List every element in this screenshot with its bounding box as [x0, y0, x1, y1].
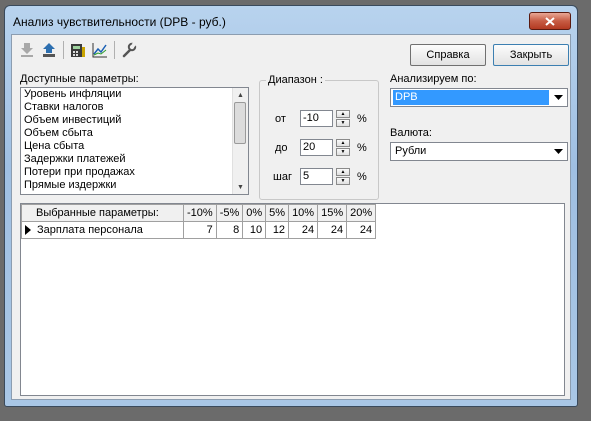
- range-group-title: Диапазон :: [266, 74, 325, 86]
- list-item[interactable]: Прямые издержки: [21, 179, 248, 192]
- download-icon: [21, 43, 33, 57]
- analyze-by-value: DPB: [393, 90, 549, 105]
- column-header[interactable]: -10%: [183, 204, 217, 222]
- help-button[interactable]: Справка: [410, 44, 486, 66]
- column-header[interactable]: 15%: [317, 204, 348, 222]
- title-bar[interactable]: Анализ чувствительности (DPB - руб.): [5, 6, 577, 34]
- table-cell[interactable]: 24: [317, 221, 348, 239]
- list-item[interactable]: Цена сбыта: [21, 140, 248, 153]
- row-name: Зарплата персонала: [37, 224, 143, 236]
- range-step-label: шаг: [273, 171, 292, 183]
- list-item[interactable]: Задержки платежей: [21, 153, 248, 166]
- upload-icon: [43, 43, 55, 57]
- table-cell[interactable]: 12: [265, 221, 290, 239]
- column-header[interactable]: 10%: [288, 204, 319, 222]
- column-header[interactable]: -5%: [215, 204, 244, 222]
- analyze-by-label: Анализируем по:: [390, 73, 477, 85]
- spin-down-icon[interactable]: ▼: [336, 148, 350, 156]
- calculator-button[interactable]: [67, 39, 89, 61]
- column-header: Выбранные параметры:: [21, 204, 184, 222]
- range-from-spinner[interactable]: ▲ ▼: [336, 110, 350, 127]
- spin-up-icon[interactable]: ▲: [336, 139, 350, 147]
- settings-button[interactable]: [118, 39, 140, 61]
- range-step-input[interactable]: 5: [300, 168, 333, 185]
- available-params-list[interactable]: Уровень инфляции Ставки налогов Объем ин…: [20, 87, 249, 195]
- close-button[interactable]: Закрыть: [493, 44, 569, 66]
- chevron-down-icon[interactable]: [551, 90, 566, 105]
- close-icon: [545, 16, 555, 26]
- upload-button[interactable]: [38, 39, 60, 61]
- dialog-window: Анализ чувствительности (DPB - руб.) Спр…: [4, 5, 578, 407]
- scroll-up-icon[interactable]: ▲: [233, 88, 248, 102]
- toolbar-separator: [114, 41, 115, 59]
- download-button[interactable]: [16, 39, 38, 61]
- toolbar-separator: [63, 41, 64, 59]
- percent-label: %: [357, 171, 367, 183]
- range-from-input[interactable]: -10: [300, 110, 333, 127]
- wrench-icon: [122, 42, 137, 58]
- list-item[interactable]: Уровень инфляции: [21, 88, 248, 101]
- column-header[interactable]: 0%: [242, 204, 267, 222]
- list-item[interactable]: Потери при продажах: [21, 166, 248, 179]
- analyze-by-select[interactable]: DPB: [390, 88, 568, 107]
- table-cell[interactable]: 24: [288, 221, 319, 239]
- range-group: Диапазон : от -10 ▲ ▼ % до 20 ▲ ▼ % шаг …: [259, 74, 379, 200]
- sensitivity-table: Выбранные параметры: -10% -5% 0% 5% 10% …: [21, 204, 377, 239]
- available-params-label: Доступные параметры:: [20, 73, 139, 85]
- window-close-button[interactable]: [529, 12, 571, 30]
- list-scrollbar[interactable]: ▲ ▼: [232, 88, 248, 194]
- list-item[interactable]: Объем сбыта: [21, 127, 248, 140]
- range-to-spinner[interactable]: ▲ ▼: [336, 139, 350, 156]
- chart-button[interactable]: [89, 39, 111, 61]
- table-cell[interactable]: 24: [346, 221, 377, 239]
- scroll-thumb[interactable]: [234, 102, 246, 144]
- currency-select[interactable]: Рубли: [390, 142, 568, 161]
- chart-icon: [92, 43, 107, 58]
- list-item[interactable]: Объем инвестиций: [21, 114, 248, 127]
- spin-down-icon[interactable]: ▼: [336, 119, 350, 127]
- row-name-cell[interactable]: Зарплата персонала: [21, 221, 184, 239]
- row-pointer-icon: [25, 225, 31, 236]
- range-step-spinner[interactable]: ▲ ▼: [336, 168, 350, 185]
- table-header-row: Выбранные параметры: -10% -5% 0% 5% 10% …: [21, 204, 377, 222]
- sensitivity-grid[interactable]: Выбранные параметры: -10% -5% 0% 5% 10% …: [20, 203, 565, 396]
- spin-up-icon[interactable]: ▲: [336, 168, 350, 176]
- toolbar: [16, 39, 140, 61]
- column-header[interactable]: 20%: [346, 204, 377, 222]
- spin-down-icon[interactable]: ▼: [336, 177, 350, 185]
- table-cell[interactable]: 7: [183, 221, 217, 239]
- dialog-client-area: Справка Закрыть Доступные параметры: Уро…: [11, 34, 571, 400]
- calculator-icon: [71, 44, 85, 57]
- table-row[interactable]: Зарплата персонала 7 8 10 12 24 24 24: [21, 221, 377, 239]
- currency-label: Валюта:: [390, 127, 432, 139]
- table-cell[interactable]: 10: [242, 221, 267, 239]
- currency-value: Рубли: [395, 145, 427, 157]
- percent-label: %: [357, 113, 367, 125]
- range-to-input[interactable]: 20: [300, 139, 333, 156]
- list-item[interactable]: Ставки налогов: [21, 101, 248, 114]
- chevron-down-icon[interactable]: [551, 144, 566, 159]
- column-header[interactable]: 5%: [265, 204, 290, 222]
- table-cell[interactable]: 8: [215, 221, 244, 239]
- percent-label: %: [357, 142, 367, 154]
- scroll-down-icon[interactable]: ▼: [233, 180, 248, 194]
- range-from-label: от: [275, 113, 286, 125]
- window-title: Анализ чувствительности (DPB - руб.): [13, 15, 226, 29]
- spin-up-icon[interactable]: ▲: [336, 110, 350, 118]
- range-to-label: до: [275, 142, 288, 154]
